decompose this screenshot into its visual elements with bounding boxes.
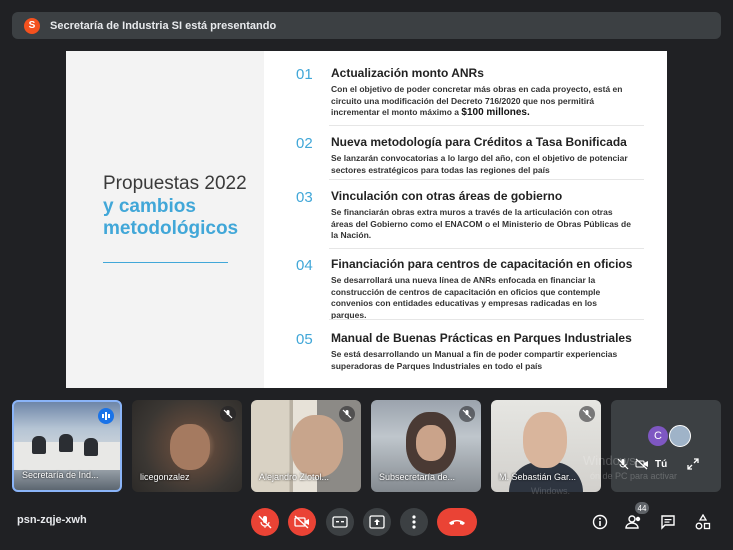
item-number: 01 (296, 66, 313, 83)
people-button[interactable] (623, 511, 645, 533)
more-vert-icon (412, 515, 416, 529)
mic-toggle-button[interactable] (251, 508, 279, 536)
people-icon (625, 515, 641, 529)
item-heading: Nueva metodología para Créditos a Tasa B… (331, 135, 627, 149)
item-highlight: $100 millones. (461, 107, 530, 118)
person-figure (59, 434, 73, 452)
windows-activation-watermark: Windows (583, 453, 636, 468)
mic-off-icon (579, 406, 595, 422)
item-number: 02 (296, 135, 313, 152)
present-button[interactable] (363, 508, 391, 536)
camera-toggle-button[interactable] (288, 508, 316, 536)
participant-video (291, 415, 343, 477)
item-body: Se financiarán obras extra muros a travé… (331, 207, 631, 240)
presenter-avatar: S (24, 17, 40, 34)
person-figure (32, 436, 46, 454)
info-icon (592, 514, 608, 530)
captions-icon (332, 516, 348, 528)
item-body: Con el objetivo de poder concretar más o… (331, 84, 623, 118)
item-heading: Manual de Buenas Prácticas en Parques In… (331, 331, 632, 345)
participant-tile[interactable]: Alejandro Zlotol... (251, 400, 361, 492)
slide-title-rule (103, 262, 228, 263)
item-number: 03 (296, 189, 313, 206)
call-end-icon (449, 520, 465, 525)
self-avatar: C (648, 426, 668, 446)
camera-off-icon[interactable] (635, 458, 649, 470)
participant-tile[interactable]: Secretaría de Ind... (12, 400, 122, 492)
participant-name: M. Sebastián Gar... (499, 472, 577, 482)
divider (329, 179, 644, 180)
item-body: Se está desarrollando un Manual a fin de… (331, 349, 618, 371)
participant-tile[interactable]: Subsecretaría de... (371, 400, 481, 492)
presenter-banner: S Secretaría de Industria SI está presen… (12, 12, 721, 39)
item-body: Se desarrollará una nueva línea de ANRs … (331, 275, 601, 320)
slide-title: Propuestas 2022 (103, 173, 247, 194)
speaking-indicator-icon (98, 408, 114, 424)
chat-icon (661, 515, 675, 530)
presentation-slide: Propuestas 2022 y cambios metodológicos … (66, 51, 667, 388)
item-heading: Actualización monto ANRs (331, 66, 484, 80)
item-number: 04 (296, 257, 313, 274)
divider (329, 319, 644, 320)
leave-call-button[interactable] (437, 508, 477, 536)
participant-name: licegonzalez (140, 472, 190, 482)
participant-tile[interactable]: M. Sebastián Gar... (491, 400, 601, 492)
present-screen-icon (369, 515, 385, 529)
participant-face (416, 425, 446, 461)
participant-name: Secretaría de Ind... (22, 470, 99, 480)
participant-video (170, 424, 210, 470)
camera-off-icon (294, 515, 309, 529)
chat-button[interactable] (657, 511, 679, 533)
slide-subtitle: y cambios metodológicos (103, 196, 239, 239)
participant-tile[interactable]: licegonzalez (132, 400, 242, 492)
captions-button[interactable] (326, 508, 354, 536)
presenter-banner-text: Secretaría de Industria SI está presenta… (50, 19, 277, 32)
meeting-code: psn-zqje-xwh (17, 514, 87, 526)
windows-activation-watermark-tail: Windows. (531, 486, 571, 496)
item-heading: Financiación para centros de capacitació… (331, 257, 633, 271)
windows-activation-watermark-subtext: ón de PC para activar (590, 471, 678, 481)
item-number: 05 (296, 331, 313, 348)
expand-icon[interactable] (687, 458, 699, 470)
mic-off-icon (258, 515, 272, 529)
mic-off-icon (459, 406, 475, 422)
item-body: Se lanzarán convocatorias a lo largo del… (331, 153, 628, 175)
meeting-details-button[interactable] (589, 511, 611, 533)
item-heading: Vinculación con otras áreas de gobierno (331, 189, 563, 203)
more-options-button[interactable] (400, 508, 428, 536)
profile-photo-avatar (669, 425, 691, 447)
activities-button[interactable] (692, 511, 714, 533)
divider (329, 248, 644, 249)
activities-shapes-icon (695, 514, 711, 530)
participant-video (523, 412, 567, 468)
mic-off-icon (339, 406, 355, 422)
person-figure (84, 438, 98, 456)
you-label: Tú (655, 458, 668, 470)
participant-name: Subsecretaría de... (379, 472, 456, 482)
mic-off-icon (220, 406, 236, 422)
participant-name: Alejandro Zlotol... (259, 472, 330, 482)
divider (329, 125, 644, 126)
